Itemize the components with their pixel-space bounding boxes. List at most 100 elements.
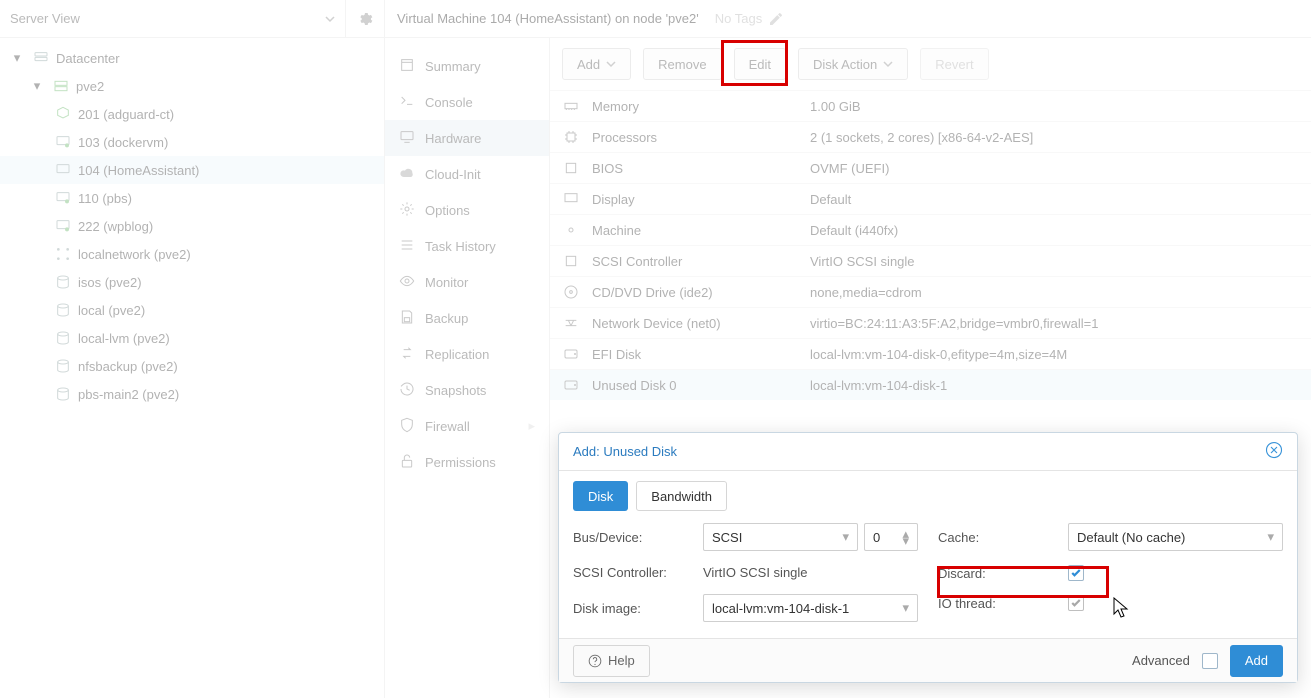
tree-item[interactable]: pbs-main2 (pve2) <box>0 380 384 408</box>
tree-settings-button[interactable] <box>346 11 384 27</box>
nav-backup[interactable]: Backup <box>385 300 549 336</box>
close-icon <box>1265 441 1283 459</box>
view-select[interactable]: Server View <box>0 0 346 37</box>
bus-select[interactable]: SCSI▾ <box>703 523 858 551</box>
nav-label: Backup <box>425 311 468 326</box>
tree-label: 110 (pbs) <box>78 191 132 206</box>
tree-item[interactable]: isos (pve2) <box>0 268 384 296</box>
disk-action-button[interactable]: Disk Action <box>798 48 908 80</box>
hw-name: Unused Disk 0 <box>592 378 810 393</box>
tree-label: localnetwork (pve2) <box>78 247 191 262</box>
tree-item[interactable]: localnetwork (pve2) <box>0 240 384 268</box>
storage-icon <box>54 302 72 318</box>
nav-console[interactable]: Console <box>385 84 549 120</box>
hardware-table: Memory1.00 GiB Processors2 (1 sockets, 2… <box>550 90 1311 400</box>
vm-nav: Summary Console Hardware Cloud-Init Opti… <box>385 38 550 698</box>
nav-label: Task History <box>425 239 496 254</box>
nav-permissions[interactable]: Permissions <box>385 444 549 480</box>
discard-checkbox[interactable] <box>1068 565 1084 581</box>
tree-item[interactable]: 110 (pbs) <box>0 184 384 212</box>
monitor-icon <box>550 191 592 207</box>
save-icon <box>399 309 415 328</box>
scsi-controller-value: VirtIO SCSI single <box>703 565 808 580</box>
btn-label: Disk Action <box>813 57 877 72</box>
tree-item[interactable]: local (pve2) <box>0 296 384 324</box>
tree-item[interactable]: 201 (adguard-ct) <box>0 100 384 128</box>
iothread-checkbox[interactable] <box>1068 595 1084 611</box>
tree-datacenter[interactable]: ▾ Datacenter <box>0 44 384 72</box>
tags-area[interactable]: No Tags <box>715 11 784 27</box>
nav-monitor[interactable]: Monitor <box>385 264 549 300</box>
hw-row[interactable]: Unused Disk 0local-lvm:vm-104-disk-1 <box>550 369 1311 400</box>
bus-device-label: Bus/Device: <box>573 530 703 545</box>
disk-image-select[interactable]: local-lvm:vm-104-disk-1▾ <box>703 594 918 622</box>
hw-val: 1.00 GiB <box>810 99 861 114</box>
nav-label: Console <box>425 95 473 110</box>
tree-item[interactable]: 222 (wpblog) <box>0 212 384 240</box>
tree-node[interactable]: ▾ pve2 <box>0 72 384 100</box>
edit-button[interactable]: Edit <box>734 48 786 80</box>
hw-row[interactable]: Memory1.00 GiB <box>550 90 1311 121</box>
hw-row[interactable]: Processors2 (1 sockets, 2 cores) [x86-64… <box>550 121 1311 152</box>
vm-icon <box>54 190 72 206</box>
hw-row[interactable]: DisplayDefault <box>550 183 1311 214</box>
memory-icon <box>550 98 592 114</box>
tree-label: local (pve2) <box>78 303 145 318</box>
nav-firewall[interactable]: Firewall▸ <box>385 408 549 444</box>
hw-row[interactable]: Network Device (net0)virtio=BC:24:11:A3:… <box>550 307 1311 338</box>
tree-item[interactable]: 104 (HomeAssistant) <box>0 156 384 184</box>
nav-replication[interactable]: Replication <box>385 336 549 372</box>
nav-options[interactable]: Options <box>385 192 549 228</box>
hw-row[interactable]: SCSI ControllerVirtIO SCSI single <box>550 245 1311 276</box>
remove-button[interactable]: Remove <box>643 48 721 80</box>
nav-hardware[interactable]: Hardware <box>385 120 549 156</box>
spinner-down-icon[interactable]: ▾ <box>902 537 909 544</box>
disk-image-label: Disk image: <box>573 601 703 616</box>
expander-icon[interactable]: ▾ <box>10 50 24 66</box>
server-icon <box>52 78 70 94</box>
replication-icon <box>399 345 415 364</box>
help-label: Help <box>608 653 635 668</box>
nav-cloud-init[interactable]: Cloud-Init <box>385 156 549 192</box>
hw-val: Default <box>810 192 851 207</box>
dialog-add-button[interactable]: Add <box>1230 645 1283 677</box>
nav-label: Hardware <box>425 131 481 146</box>
cache-value: Default (No cache) <box>1077 530 1185 545</box>
tab-disk[interactable]: Disk <box>573 481 628 511</box>
nav-summary[interactable]: Summary <box>385 48 549 84</box>
storage-icon <box>54 330 72 346</box>
btn-label: Revert <box>935 57 973 72</box>
nav-label: Permissions <box>425 455 496 470</box>
console-icon <box>399 93 415 112</box>
nav-task-history[interactable]: Task History <box>385 228 549 264</box>
tree-label: local-lvm (pve2) <box>78 331 170 346</box>
hw-val: local-lvm:vm-104-disk-0,efitype=4m,size=… <box>810 347 1067 362</box>
tree-label: isos (pve2) <box>78 275 142 290</box>
hw-row[interactable]: EFI Disklocal-lvm:vm-104-disk-0,efitype=… <box>550 338 1311 369</box>
hw-row[interactable]: CD/DVD Drive (ide2)none,media=cdrom <box>550 276 1311 307</box>
gear-icon <box>357 11 373 27</box>
advanced-checkbox[interactable] <box>1202 653 1218 669</box>
cache-select[interactable]: Default (No cache)▾ <box>1068 523 1283 551</box>
hw-row[interactable]: MachineDefault (i440fx) <box>550 214 1311 245</box>
tree-item[interactable]: local-lvm (pve2) <box>0 324 384 352</box>
storage-icon <box>54 386 72 402</box>
tree-item[interactable]: nfsbackup (pve2) <box>0 352 384 380</box>
hw-row[interactable]: BIOSOVMF (UEFI) <box>550 152 1311 183</box>
help-button[interactable]: Help <box>573 645 650 677</box>
add-label: Add <box>1245 653 1268 668</box>
nav-snapshots[interactable]: Snapshots <box>385 372 549 408</box>
device-number-input[interactable]: 0▴▾ <box>864 523 918 551</box>
add-button[interactable]: Add <box>562 48 631 80</box>
cache-label: Cache: <box>938 530 1068 545</box>
tree-item[interactable]: 103 (dockervm) <box>0 128 384 156</box>
vm-icon <box>54 134 72 150</box>
lxc-icon <box>54 106 72 122</box>
tree-label: pve2 <box>76 79 104 94</box>
expander-icon[interactable]: ▾ <box>30 78 44 94</box>
nav-label: Options <box>425 203 470 218</box>
dialog-close-button[interactable] <box>1265 441 1283 462</box>
edit-tags-icon[interactable] <box>768 11 784 27</box>
tab-bandwidth[interactable]: Bandwidth <box>636 481 727 511</box>
lock-icon <box>399 453 415 472</box>
